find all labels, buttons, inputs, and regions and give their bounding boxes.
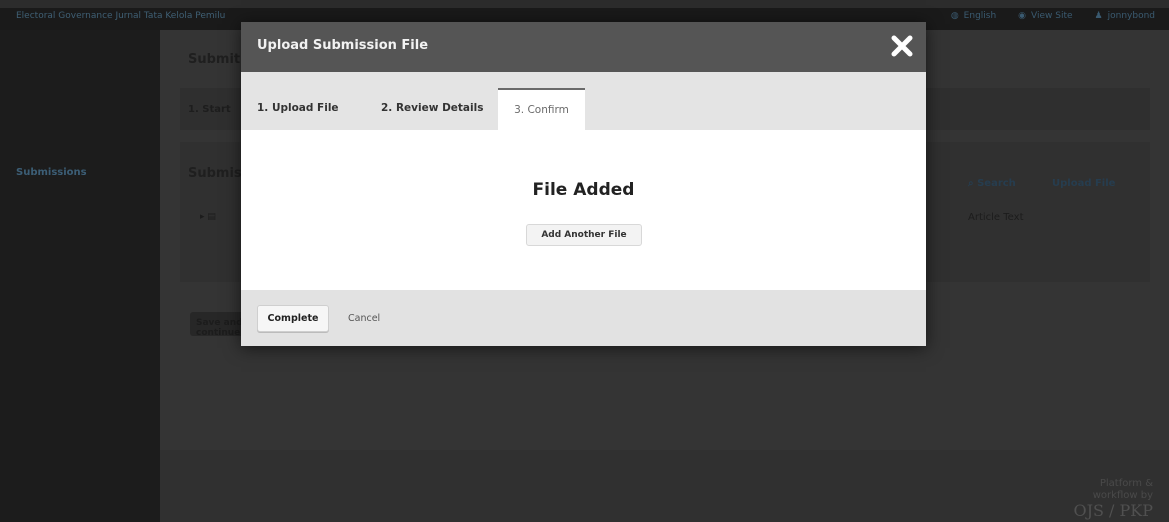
cancel-link[interactable]: Cancel (348, 313, 380, 324)
add-another-file-button[interactable]: Add Another File (526, 224, 642, 246)
view-site-link[interactable]: ◉ View Site (1018, 11, 1072, 21)
modal-body: File Added Add Another File (241, 130, 926, 290)
sidebar: Submissions (0, 30, 160, 522)
complete-button[interactable]: Complete (257, 305, 329, 332)
upload-submission-file-modal: Upload Submission File 1. Upload File 2.… (241, 22, 926, 346)
file-type-cell: Article Text (968, 212, 1024, 223)
user-menu[interactable]: ♟ jonnybond (1095, 11, 1155, 21)
journal-title[interactable]: Electoral Governance Jurnal Tata Kelola … (16, 11, 225, 21)
globe-icon: ◍ (950, 11, 959, 21)
modal-header: Upload Submission File (241, 22, 926, 72)
search-link[interactable]: ⌕ Search (968, 178, 1016, 189)
file-icon: ▸ ▤ (200, 212, 216, 222)
search-icon: ⌕ (968, 178, 978, 189)
sidebar-item-submissions[interactable]: Submissions (16, 167, 87, 178)
upload-file-link[interactable]: Upload File (1052, 178, 1115, 189)
page-title: Submit (188, 52, 241, 67)
language-selector[interactable]: ◍ English (951, 11, 996, 21)
tab-upload-file[interactable]: 1. Upload File (257, 80, 357, 130)
file-added-message: File Added (532, 180, 635, 200)
modal-footer: Complete Cancel (241, 290, 926, 346)
modal-title: Upload Submission File (257, 38, 429, 53)
close-button[interactable] (890, 34, 914, 58)
user-icon: ♟ (1094, 11, 1103, 21)
tab-start[interactable]: 1. Start (188, 104, 231, 115)
tab-review-details[interactable]: 2. Review Details (381, 80, 493, 130)
user-navigation: ◍ English ◉ View Site ♟ jonnybond (951, 11, 1155, 21)
tab-confirm[interactable]: 3. Confirm (498, 88, 585, 132)
ojs-pkp-badge[interactable]: Platform & workflow by OJS / PKP (1073, 478, 1153, 520)
page-footer (160, 450, 1169, 522)
close-icon (891, 35, 913, 57)
eye-icon: ◉ (1018, 11, 1027, 21)
